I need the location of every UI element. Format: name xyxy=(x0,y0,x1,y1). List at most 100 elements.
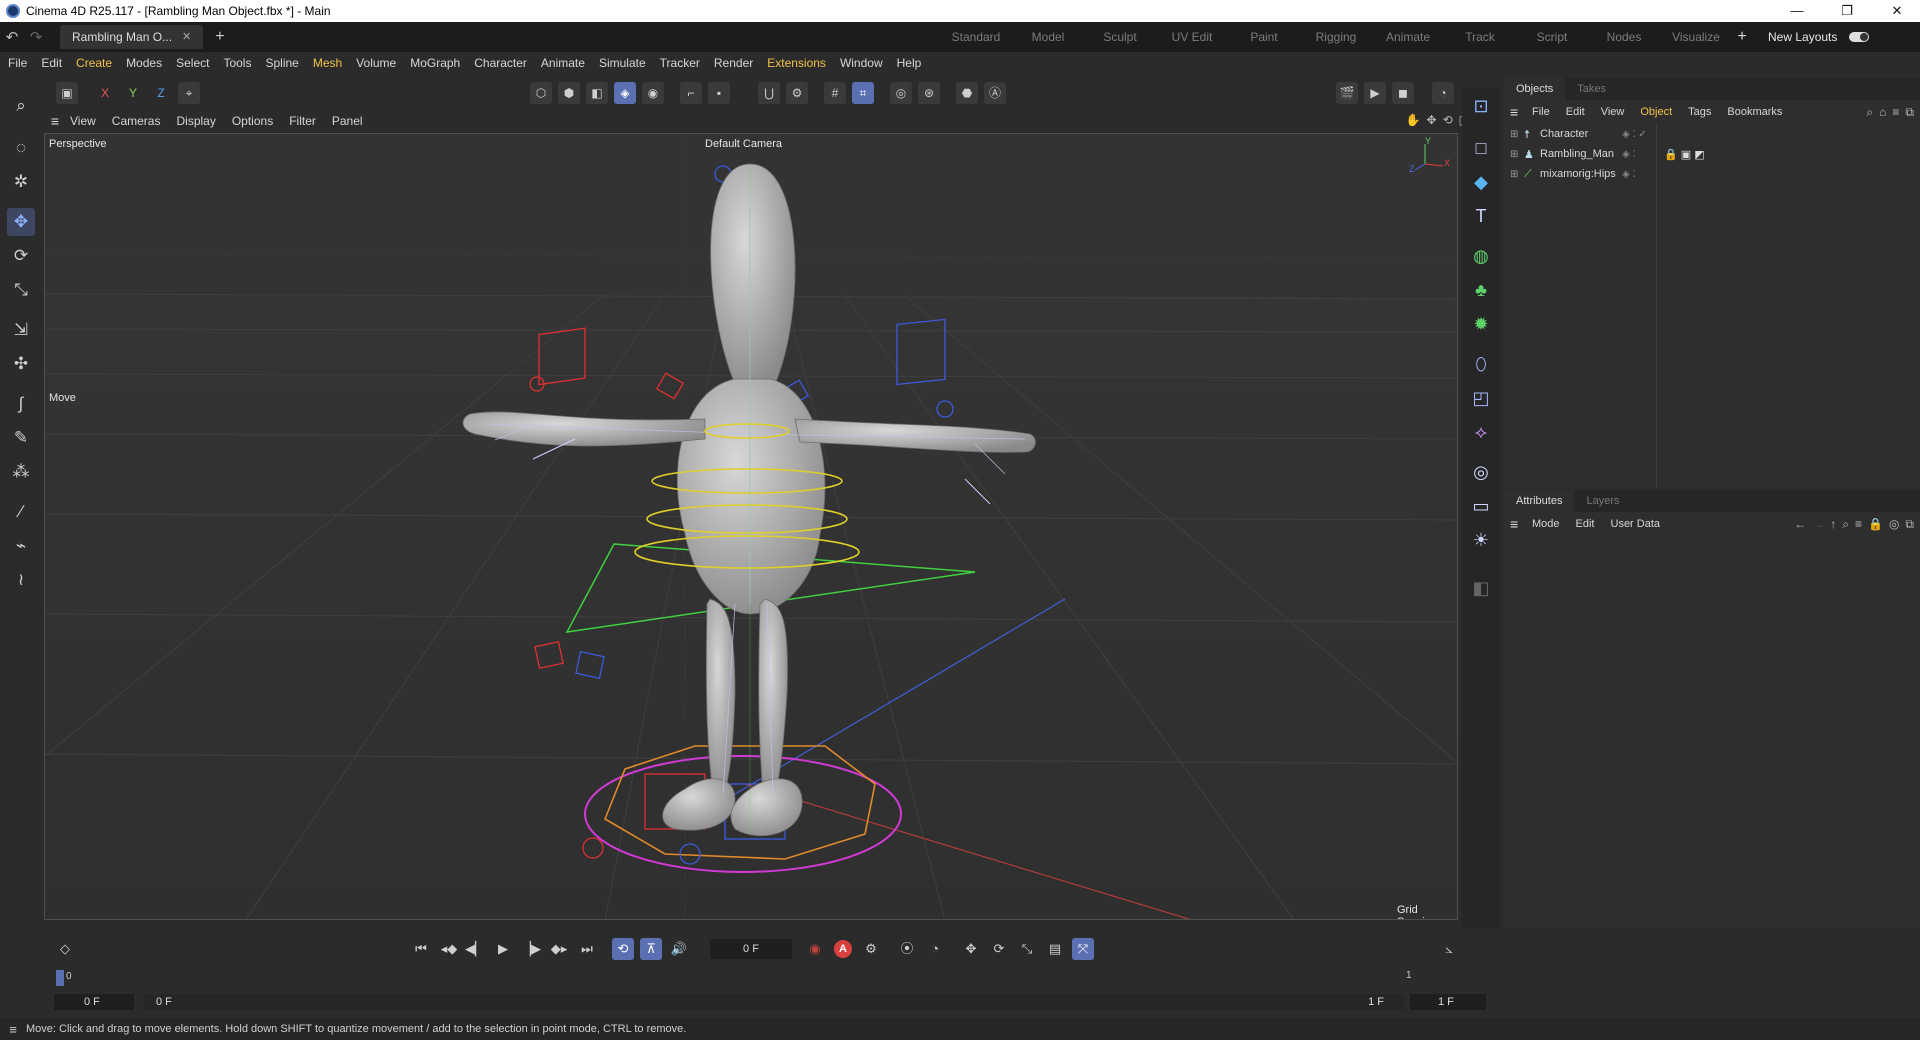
scale-key-icon[interactable]: ⤡ xyxy=(1016,938,1038,960)
paint-icon[interactable]: ⁂ xyxy=(7,458,35,486)
tweak-mode-icon[interactable]: ▪ xyxy=(708,82,730,104)
next-frame-icon[interactable]: ▕▶ xyxy=(520,938,542,960)
live-selection-icon[interactable]: ✲ xyxy=(7,168,35,196)
point-level-anim-icon[interactable]: ⤧ xyxy=(1072,938,1094,960)
layout-nodes[interactable]: Nodes xyxy=(1588,30,1660,44)
3d-viewport[interactable]: Perspective Default Camera Move Grid Spa… xyxy=(44,133,1458,920)
new-window-icon[interactable]: ⧉ xyxy=(1905,105,1914,120)
text-spline-icon[interactable]: T xyxy=(1467,202,1495,230)
layout-script[interactable]: Script xyxy=(1516,30,1588,44)
spline-pen-icon[interactable]: ∫ xyxy=(7,390,35,418)
polygons-mode-icon[interactable]: ◧ xyxy=(586,82,608,104)
viewport-solo-icon[interactable]: ⬣ xyxy=(956,82,978,104)
dolly-view-icon[interactable]: ✥ xyxy=(1427,113,1437,127)
objects-menu-file[interactable]: File xyxy=(1532,106,1550,118)
attributes-menu-mode[interactable]: Mode xyxy=(1532,518,1560,530)
column-divider[interactable] xyxy=(1656,124,1657,488)
go-to-end-icon[interactable]: ⏭ xyxy=(576,938,598,960)
magnet-icon[interactable]: ⋃ xyxy=(758,82,780,104)
object-row-rambling-man[interactable]: ⊞ ♟ Rambling_Man ◈ ⁚ 🔒 ▣ ◩ xyxy=(1504,144,1920,164)
viewport-menu-filter[interactable]: Filter xyxy=(289,114,316,128)
menu-character[interactable]: Character xyxy=(474,56,527,70)
gear-icon[interactable]: ⚙ xyxy=(786,82,808,104)
tab-layers[interactable]: Layers xyxy=(1574,490,1631,512)
document-tab[interactable]: Rambling Man O... ✕ xyxy=(60,25,204,49)
menu-modes[interactable]: Modes xyxy=(126,56,162,70)
viewport-menu-options[interactable]: Options xyxy=(232,114,273,128)
layout-model[interactable]: Model xyxy=(1012,30,1084,44)
menu-help[interactable]: Help xyxy=(897,56,922,70)
object-row-character[interactable]: ⊞ ☨ Character ◈ ⁚ ✓ xyxy=(1504,124,1920,144)
range-icon[interactable]: ⊼ xyxy=(640,938,662,960)
frame-ruler[interactable]: 0 1 xyxy=(44,970,1490,986)
timeline-window-icon[interactable]: ⦣ xyxy=(1438,938,1460,960)
effector-icon[interactable]: ✹ xyxy=(1467,310,1495,338)
sculpt-brush-icon[interactable]: ∕ xyxy=(7,498,35,526)
field-icon[interactable]: ◰ xyxy=(1467,384,1495,412)
points-mode-icon[interactable]: ⬡ xyxy=(530,82,552,104)
objects-menu-edit[interactable]: Edit xyxy=(1566,106,1585,118)
playhead[interactable] xyxy=(56,970,64,986)
render-settings-icon[interactable]: ◔ xyxy=(1432,82,1454,104)
objects-menu-bookmarks[interactable]: Bookmarks xyxy=(1727,106,1782,118)
settings-icon[interactable]: ◎ xyxy=(1889,517,1899,532)
attributes-menu-icon[interactable]: ≡ xyxy=(1510,516,1532,532)
visibility-flags-icon[interactable]: ◈ ⁚ ✓ xyxy=(1622,129,1647,140)
menu-volume[interactable]: Volume xyxy=(356,56,396,70)
layout-rigging[interactable]: Rigging xyxy=(1300,30,1372,44)
undo-icon[interactable]: ↶ xyxy=(0,28,24,46)
back-arrow-icon[interactable]: ← xyxy=(1794,517,1806,532)
menu-mesh[interactable]: Mesh xyxy=(313,56,342,70)
close-button[interactable]: ✕ xyxy=(1874,0,1920,22)
layout-paint[interactable]: Paint xyxy=(1228,30,1300,44)
pan-view-icon[interactable]: ✋ xyxy=(1406,113,1421,127)
minimize-button[interactable]: — xyxy=(1774,0,1820,22)
scale-tool-icon[interactable]: ⤡ xyxy=(7,276,35,304)
object-name[interactable]: Rambling_Man xyxy=(1540,148,1614,160)
object-name[interactable]: mixamorig:Hips xyxy=(1540,168,1616,180)
tab-takes[interactable]: Takes xyxy=(1565,78,1618,100)
objects-menu-icon[interactable]: ≡ xyxy=(1510,104,1532,120)
range-start-field[interactable]: 0 F xyxy=(54,994,134,1010)
rotate-tool-icon[interactable]: ⟳ xyxy=(7,242,35,270)
current-frame-field[interactable]: 0 F xyxy=(710,939,792,959)
viewport-projection-label[interactable]: Perspective xyxy=(49,138,106,150)
viewport-menu-view[interactable]: View xyxy=(70,114,96,128)
render-view-icon[interactable]: ▶ xyxy=(1364,82,1386,104)
spline-sketch-icon[interactable]: ≀ xyxy=(7,566,35,594)
search-icon[interactable]: ⌕ xyxy=(7,92,35,120)
lock-icon[interactable]: 🔒 xyxy=(1868,517,1883,532)
layout-standard[interactable]: Standard xyxy=(940,30,1012,44)
filter-icon[interactable]: ≡ xyxy=(1892,105,1899,120)
null-object-icon[interactable]: □ xyxy=(1467,134,1495,162)
viewport-menu-icon[interactable]: ≡ xyxy=(40,113,70,129)
menu-create[interactable]: Create xyxy=(76,56,112,70)
go-to-start-icon[interactable]: ⏮ xyxy=(410,938,432,960)
rotation-key-icon[interactable]: ⟳ xyxy=(988,938,1010,960)
visibility-flags-icon[interactable]: ◈ ⁚ xyxy=(1622,149,1636,160)
up-arrow-icon[interactable]: ↑ xyxy=(1830,517,1836,532)
keyframe-selection-icon[interactable]: ⦿ xyxy=(896,938,918,960)
light-icon[interactable]: ☀ xyxy=(1467,526,1495,554)
new-layouts-button[interactable]: New Layouts xyxy=(1768,30,1837,44)
menu-render[interactable]: Render xyxy=(714,56,753,70)
status-menu-icon[interactable]: ≡ xyxy=(0,1022,26,1037)
snap-icon[interactable]: # xyxy=(824,82,846,104)
loop-icon[interactable]: ⟲ xyxy=(612,938,634,960)
axis-mode-icon[interactable]: ⌐ xyxy=(680,82,702,104)
object-name[interactable]: Character xyxy=(1540,128,1588,140)
cloner-icon[interactable]: ♣ xyxy=(1467,276,1495,304)
uv-mode-icon[interactable]: ◉ xyxy=(642,82,664,104)
visibility-flags-icon[interactable]: ◈ ⁚ xyxy=(1622,169,1636,180)
brush-icon[interactable]: ✎ xyxy=(7,424,35,452)
viewport-menu-panel[interactable]: Panel xyxy=(332,114,363,128)
environment-icon[interactable]: ◎ xyxy=(1467,458,1495,486)
record-icon[interactable]: ◉ xyxy=(804,938,826,960)
expand-icon[interactable]: ⊞ xyxy=(1510,149,1524,160)
search-icon[interactable]: ⌕ xyxy=(1842,517,1849,532)
search-icon[interactable]: ⌕ xyxy=(1866,105,1873,120)
menu-animate[interactable]: Animate xyxy=(541,56,585,70)
camera-icon[interactable]: ▭ xyxy=(1467,492,1495,520)
object-mode-icon[interactable]: ◈ xyxy=(614,82,636,104)
sound-icon[interactable]: 🔊 xyxy=(668,938,690,960)
